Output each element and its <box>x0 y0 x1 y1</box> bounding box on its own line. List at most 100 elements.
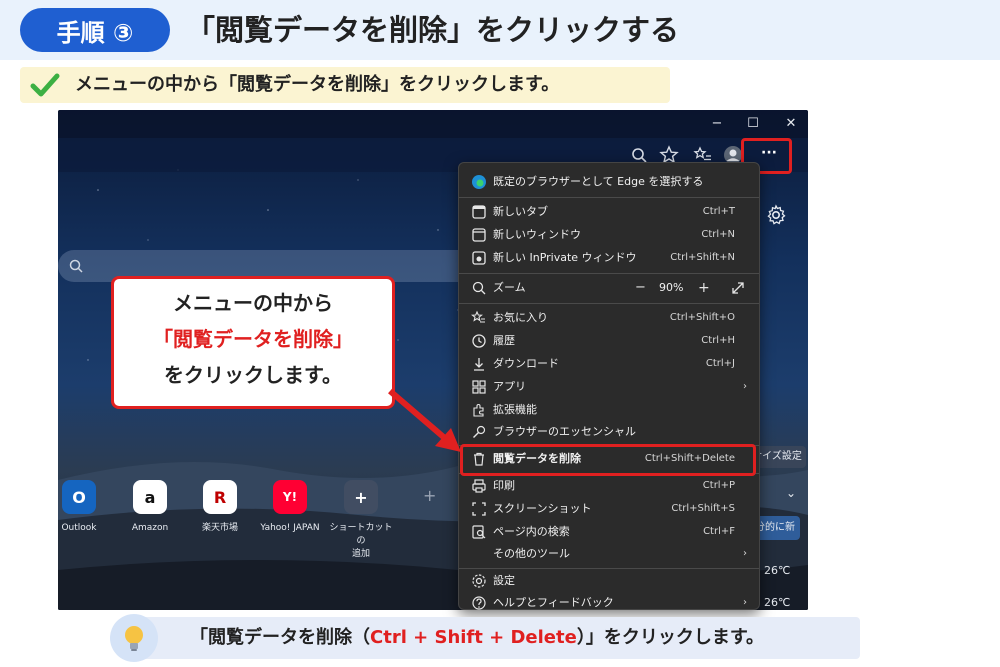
print-icon <box>472 479 486 493</box>
help-icon <box>472 596 486 610</box>
chevron-right-icon: › <box>743 597 747 608</box>
lightbulb-icon <box>110 614 158 662</box>
minimize-button[interactable]: − <box>704 114 730 134</box>
extra-add-icon[interactable]: + <box>423 486 436 505</box>
essentials-icon <box>473 425 486 438</box>
fullscreen-icon[interactable] <box>731 281 745 295</box>
clear-data-highlight <box>460 444 756 476</box>
temperature-2: 26℃ <box>764 596 791 609</box>
menu-item-label: ページ内の検索 <box>493 525 570 538</box>
menu-item-label: 拡張機能 <box>493 403 537 416</box>
inprivate-icon <box>472 251 486 265</box>
shortcut-amazon[interactable]: a Amazon <box>115 480 185 535</box>
pointer-arrow-large <box>388 388 461 452</box>
menu-item-label: その他のツール <box>493 547 570 560</box>
tip-text: 「閲覧データを削除（Ctrl + Shift + Delete）」をクリックしま… <box>190 617 764 659</box>
menu-item-label: スクリーンショット <box>493 502 592 515</box>
tip-shortcut: Ctrl + Shift + Delete <box>370 627 577 648</box>
zoom-value: 90% <box>659 281 684 294</box>
menu-item-more-tools[interactable]: その他のツール › <box>459 543 759 565</box>
menu-divider <box>459 568 759 569</box>
menu-shortcut: Ctrl+N <box>701 229 735 240</box>
menu-shortcut: Ctrl+J <box>705 358 735 369</box>
shortcut-label: 楽天市場 <box>201 523 238 533</box>
shortcut-label: ショートカットの 追加 <box>329 523 393 559</box>
shortcut-label: Amazon <box>131 523 169 533</box>
menu-item-history[interactable]: 履歴 Ctrl+H <box>459 330 759 352</box>
history-icon <box>472 334 486 348</box>
edge-icon <box>472 175 486 189</box>
browser-menu: 既定のブラウザーとして Edge を選択する 新しいタブ Ctrl+T 新しいウ… <box>458 162 760 610</box>
apps-icon <box>472 380 486 394</box>
menu-item-label: 新しいウィンドウ <box>493 228 581 241</box>
amazon-icon: a <box>133 480 167 514</box>
menu-shortcut: Ctrl+P <box>702 480 735 491</box>
menu-item-find[interactable]: ページ内の検索 Ctrl+F <box>459 521 759 543</box>
chevron-right-icon: › <box>743 548 747 559</box>
callout-line-3: をクリックします。 <box>164 363 342 387</box>
menu-divider <box>459 197 759 198</box>
menu-item-new-tab[interactable]: 新しいタブ Ctrl+T <box>459 201 759 223</box>
menu-item-help[interactable]: ヘルプとフィードバック › <box>459 592 759 614</box>
menu-item-label: アプリ <box>493 380 526 393</box>
callout-line-1: メニューの中から <box>173 291 333 315</box>
menu-shortcut: Ctrl+H <box>701 335 735 346</box>
shortcut-rakuten[interactable]: R 楽天市場 <box>185 480 255 535</box>
menu-item-label: ズーム <box>493 281 526 294</box>
screenshot-icon <box>472 502 486 516</box>
menu-item-label: 新しい InPrivate ウィンドウ <box>493 251 637 264</box>
menu-item-print[interactable]: 印刷 Ctrl+P <box>459 475 759 497</box>
chevron-down-icon[interactable]: ⌄ <box>786 486 796 500</box>
zoom-icon <box>472 281 486 295</box>
gear-icon[interactable] <box>764 203 788 227</box>
page-title: 「閲覧データを削除」をクリックする <box>186 13 680 47</box>
new-tab-icon <box>472 205 486 219</box>
browser-titlebar <box>58 110 808 138</box>
shortcut-outlook[interactable]: O Outlook <box>58 480 114 535</box>
outlook-icon: O <box>62 480 96 514</box>
menu-item-new-window[interactable]: 新しいウィンドウ Ctrl+N <box>459 224 759 246</box>
step-badge: 手順 ③ <box>20 8 170 52</box>
menu-item-label: 履歴 <box>493 334 515 347</box>
shortcut-label: Yahoo! JAPAN <box>260 523 320 533</box>
menu-item-favorites[interactable]: お気に入り Ctrl+Shift+O <box>459 307 759 329</box>
menu-item-label: ヘルプとフィードバック <box>493 596 614 609</box>
find-in-page-icon <box>472 525 486 539</box>
menu-shortcut: Ctrl+Shift+S <box>671 503 735 514</box>
menu-item-extensions[interactable]: 拡張機能 <box>459 399 759 421</box>
instruction-text: メニューの中から「閲覧データを削除」をクリックします。 <box>75 74 560 95</box>
close-button[interactable]: ✕ <box>778 114 804 134</box>
menu-item-label: 新しいタブ <box>493 205 548 218</box>
search-icon <box>69 259 83 273</box>
menu-item-essentials[interactable]: ブラウザーのエッセンシャル <box>459 421 759 443</box>
zoom-in-button[interactable]: + <box>698 277 710 299</box>
new-window-icon <box>472 228 486 242</box>
shortcut-label: Outlook <box>61 523 97 533</box>
extensions-icon <box>473 404 484 417</box>
menu-item-settings[interactable]: 設定 <box>459 570 759 592</box>
chevron-right-icon: › <box>743 381 747 392</box>
temperature-1: 26℃ <box>764 564 791 577</box>
menu-item-label: 印刷 <box>493 479 515 492</box>
shortcut-add[interactable]: + ショートカットの 追加 <box>326 480 396 561</box>
tip-text-after: ）」をクリックします。 <box>576 627 765 648</box>
settings-icon <box>472 574 486 588</box>
tip-text-before: 「閲覧データを削除（ <box>190 627 370 648</box>
menu-divider <box>459 273 759 274</box>
favorites-icon <box>471 310 485 323</box>
menu-item-apps[interactable]: アプリ › <box>459 376 759 398</box>
menu-item-screenshot[interactable]: スクリーンショット Ctrl+Shift+S <box>459 498 759 520</box>
rakuten-icon: R <box>203 480 237 514</box>
menu-item-label: 既定のブラウザーとして Edge を選択する <box>493 175 704 188</box>
menu-item-label: ダウンロード <box>493 357 559 370</box>
menu-item-default-browser[interactable]: 既定のブラウザーとして Edge を選択する <box>459 171 759 193</box>
yahoo-icon: Y! <box>273 480 307 514</box>
menu-item-new-private[interactable]: 新しい InPrivate ウィンドウ Ctrl+Shift+N <box>459 247 759 269</box>
menu-item-downloads[interactable]: ダウンロード Ctrl+J <box>459 353 759 375</box>
menu-shortcut: Ctrl+Shift+O <box>669 312 735 323</box>
zoom-out-button[interactable]: − <box>635 277 646 299</box>
callout-box: メニューの中から 「閲覧データを削除」 をクリックします。 <box>111 276 395 409</box>
menu-shortcut: Ctrl+Shift+N <box>670 252 735 263</box>
shortcut-yahoo[interactable]: Y! Yahoo! JAPAN <box>255 480 325 535</box>
maximize-button[interactable]: ☐ <box>740 114 766 134</box>
